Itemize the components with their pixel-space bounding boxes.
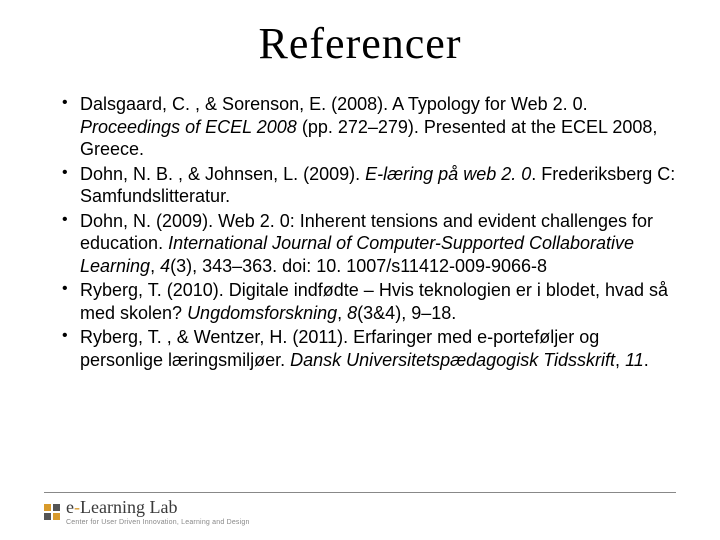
footer: e-Learning Lab Center for User Driven In… xyxy=(44,492,676,526)
reference-item: Ryberg, T. (2010). Digitale indfødte – H… xyxy=(62,279,676,324)
ref-italic: Proceedings of ECEL 2008 xyxy=(80,117,297,137)
logo-text: e-Learning Lab xyxy=(66,497,177,517)
divider xyxy=(44,492,676,493)
slide: Referencer Dalsgaard, C. , & Sorenson, E… xyxy=(0,0,720,540)
logo-rest: Learning Lab xyxy=(80,497,177,517)
logo-prefix: e xyxy=(66,497,74,517)
ref-text: . xyxy=(644,350,649,370)
ref-text: Dohn, N. B. , & Johnsen, L. (2009). xyxy=(80,164,365,184)
ref-italic: E-læring på web 2. 0 xyxy=(365,164,531,184)
ref-italic: 8 xyxy=(347,303,357,323)
reference-item: Dohn, N. B. , & Johnsen, L. (2009). E-læ… xyxy=(62,163,676,208)
ref-text: , xyxy=(615,350,625,370)
ref-text: (3&4), 9–18. xyxy=(357,303,456,323)
ref-italic: Ungdomsforskning xyxy=(187,303,337,323)
logo-subtitle: Center for User Driven Innovation, Learn… xyxy=(66,519,250,526)
ref-text: (3), 343–363. doi: 10. 1007/s11412-009-9… xyxy=(170,256,547,276)
ref-italic: 4 xyxy=(160,256,170,276)
ref-text: Dalsgaard, C. , & Sorenson, E. (2008). A… xyxy=(80,94,588,114)
reference-item: Dohn, N. (2009). Web 2. 0: Inherent tens… xyxy=(62,210,676,278)
logo-text-wrap: e-Learning Lab Center for User Driven In… xyxy=(66,497,250,526)
reference-item: Ryberg, T. , & Wentzer, H. (2011). Erfar… xyxy=(62,326,676,371)
page-title: Referencer xyxy=(44,18,676,69)
ref-italic: 11 xyxy=(625,350,644,370)
logo-mark-icon xyxy=(44,504,60,520)
ref-text: , xyxy=(337,303,347,323)
reference-item: Dalsgaard, C. , & Sorenson, E. (2008). A… xyxy=(62,93,676,161)
logo: e-Learning Lab Center for User Driven In… xyxy=(44,497,676,526)
reference-list: Dalsgaard, C. , & Sorenson, E. (2008). A… xyxy=(44,93,676,371)
ref-italic: Dansk Universitetspædagogisk Tidsskrift xyxy=(290,350,615,370)
ref-text: , xyxy=(150,256,160,276)
